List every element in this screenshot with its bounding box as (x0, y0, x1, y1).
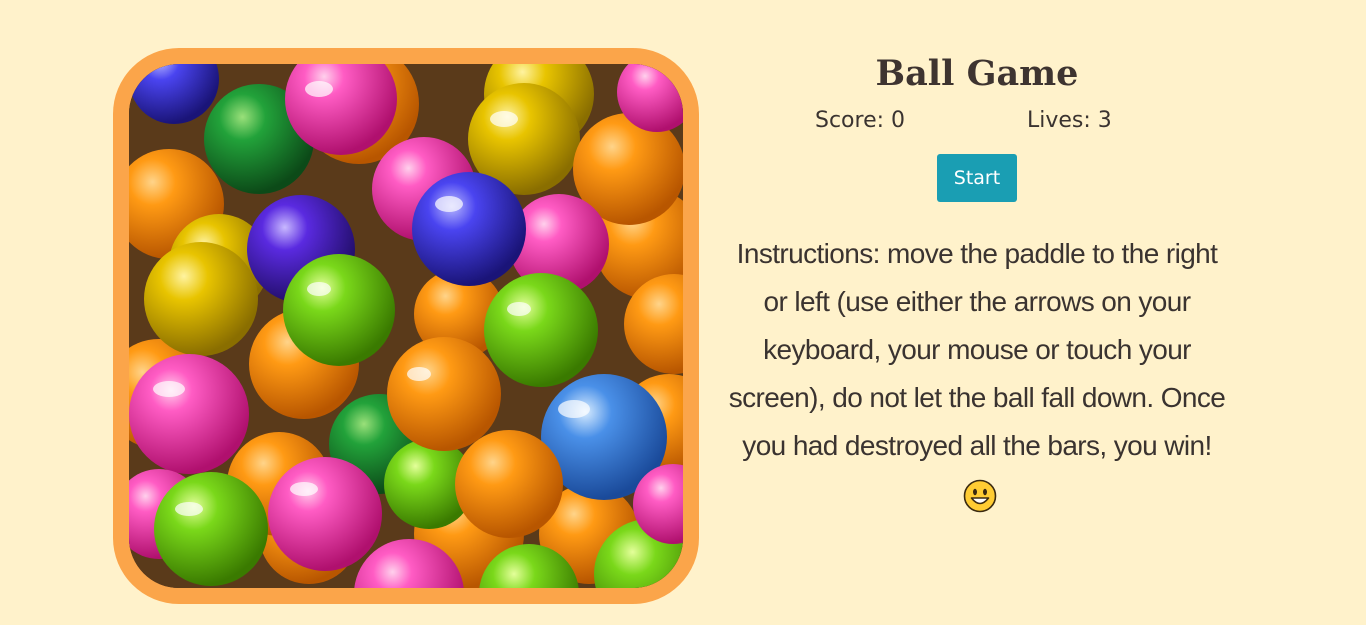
lives-display: Lives: 3 (1027, 108, 1112, 133)
stats-row: Score: 0 Lives: 3 (722, 106, 1232, 142)
instructions-body: Instructions: move the paddle to the rig… (728, 238, 1226, 461)
start-button[interactable]: Start (937, 154, 1017, 202)
game-title: Ball Game (875, 53, 1079, 94)
smiley-face-icon (963, 479, 997, 512)
game-frame (113, 48, 699, 604)
game-panel: Ball Game Score: 0 Lives: 3 Start Instru… (722, 48, 1232, 518)
game-canvas[interactable] (129, 64, 683, 588)
score-display: Score: 0 (815, 108, 906, 133)
ball-pit-background-image (129, 64, 683, 588)
instructions-text: Instructions: move the paddle to the rig… (727, 230, 1227, 518)
